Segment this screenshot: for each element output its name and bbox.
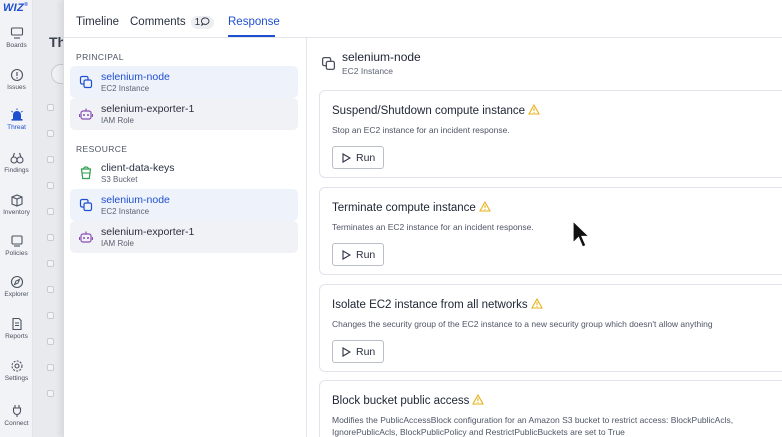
entity-type: EC2 Instance xyxy=(101,84,150,93)
action-title: Terminate compute instance xyxy=(332,200,491,214)
inventory-icon xyxy=(10,194,23,207)
boards-icon xyxy=(10,27,23,39)
entity-name: selenium-node xyxy=(101,71,170,83)
response-panel: Timeline Comments 1 Response PRINCIPAL se… xyxy=(63,0,782,437)
resource-item-client-data-keys[interactable]: client-data-keys S3 Bucket xyxy=(70,157,298,189)
action-title: Block bucket public access xyxy=(332,393,485,407)
ec2-instance-icon xyxy=(79,75,93,89)
entity-name: selenium-node xyxy=(101,194,170,206)
entity-name: selenium-exporter-1 xyxy=(101,226,195,238)
background-row-checkbox xyxy=(47,312,54,319)
background-row-checkbox xyxy=(47,104,54,111)
tab-comments[interactable]: Comments 1 xyxy=(130,16,215,29)
principal-heading: PRINCIPAL xyxy=(76,52,124,62)
robot-icon xyxy=(79,231,93,243)
nav-item-explorer[interactable]: Explorer xyxy=(0,275,33,298)
nav-rail: WIZ® Boards Issues Threat Findings Inven… xyxy=(0,0,33,437)
nav-item-findings[interactable]: Findings xyxy=(0,151,33,174)
background-row-checkbox xyxy=(47,130,54,137)
principal-item-selenium-node[interactable]: selenium-node EC2 Instance xyxy=(70,66,298,98)
comments-count-badge: 1 xyxy=(190,16,215,29)
entity-name: selenium-exporter-1 xyxy=(101,103,195,115)
nav-item-settings[interactable]: Settings xyxy=(0,359,33,382)
active-tab-indicator xyxy=(228,35,275,37)
resource-item-selenium-node[interactable]: selenium-node EC2 Instance xyxy=(70,189,298,221)
tab-response[interactable]: Response xyxy=(228,16,280,28)
issues-icon xyxy=(10,68,23,82)
action-card: Block bucket public access Modifies the … xyxy=(319,380,782,437)
entity-name: client-data-keys xyxy=(101,162,175,174)
warning-icon xyxy=(530,297,543,309)
background-row-checkbox xyxy=(47,390,54,397)
resource-heading: RESOURCE xyxy=(76,144,128,154)
action-description: Changes the security group of the EC2 in… xyxy=(332,319,713,329)
panel-tabs: Timeline Comments 1 Response xyxy=(64,0,782,38)
run-button[interactable]: Run xyxy=(332,146,384,169)
play-icon xyxy=(342,347,351,357)
principal-item-selenium-exporter[interactable]: selenium-exporter-1 IAM Role xyxy=(70,98,298,130)
run-button[interactable]: Run xyxy=(332,340,384,363)
entity-type: IAM Role xyxy=(101,116,134,125)
entity-type: EC2 Instance xyxy=(101,207,150,216)
nav-item-connect[interactable]: Connect xyxy=(0,404,33,427)
background-row-checkbox xyxy=(47,286,54,293)
background-row-checkbox xyxy=(47,234,54,241)
background-row-checkbox xyxy=(47,338,54,345)
background-row-checkbox xyxy=(47,260,54,267)
run-button[interactable]: Run xyxy=(332,243,384,266)
comment-icon xyxy=(201,17,210,27)
action-description: Stop an EC2 instance for an incident res… xyxy=(332,125,510,135)
response-actions: selenium-node EC2 Instance Suspend/Shutd… xyxy=(308,38,782,437)
nav-item-inventory[interactable]: Inventory xyxy=(0,193,33,216)
wiz-logo[interactable]: WIZ® xyxy=(3,2,28,14)
nav-item-threat[interactable]: Threat xyxy=(0,108,33,131)
background-row-checkbox xyxy=(47,364,54,371)
nav-item-issues[interactable]: Issues xyxy=(0,68,33,91)
action-title: Isolate EC2 instance from all networks xyxy=(332,297,543,311)
background-row-checkbox xyxy=(47,156,54,163)
warning-icon xyxy=(472,393,485,405)
entity-type: S3 Bucket xyxy=(101,175,138,184)
nav-item-policies[interactable]: Policies xyxy=(0,234,33,257)
mouse-cursor-icon xyxy=(572,220,590,248)
play-icon xyxy=(342,153,351,163)
warning-icon xyxy=(478,200,491,212)
selected-entity-name: selenium-node xyxy=(342,50,421,64)
findings-icon xyxy=(9,152,24,164)
nav-item-reports[interactable]: Reports xyxy=(0,317,33,340)
tab-timeline[interactable]: Timeline xyxy=(76,16,119,28)
resource-item-selenium-exporter[interactable]: selenium-exporter-1 IAM Role xyxy=(70,221,298,253)
robot-icon xyxy=(79,108,93,120)
selected-entity-type: EC2 Instance xyxy=(342,66,394,76)
connect-icon xyxy=(12,405,21,417)
reports-icon xyxy=(11,317,22,331)
ec2-instance-icon xyxy=(79,198,93,212)
ec2-instance-icon xyxy=(321,56,336,71)
entity-list: PRINCIPAL selenium-node EC2 Instance sel… xyxy=(64,38,307,437)
action-description: Terminates an EC2 instance for an incide… xyxy=(332,222,534,232)
nav-item-boards[interactable]: Boards xyxy=(0,26,33,49)
s3-bucket-icon xyxy=(80,166,92,180)
explorer-icon xyxy=(10,275,23,289)
action-card: Suspend/Shutdown compute instance Stop a… xyxy=(319,90,782,178)
warning-icon xyxy=(528,103,541,115)
action-title: Suspend/Shutdown compute instance xyxy=(332,103,541,117)
threat-icon xyxy=(10,108,23,121)
entity-type: IAM Role xyxy=(101,239,134,248)
action-card: Isolate EC2 instance from all networks C… xyxy=(319,284,782,372)
action-description: Modifies the PublicAccessBlock configura… xyxy=(332,415,734,437)
action-card: Terminate compute instance Terminates an… xyxy=(319,187,782,275)
play-icon xyxy=(342,250,351,260)
background-row-checkbox xyxy=(47,208,54,215)
policies-icon xyxy=(10,235,23,247)
background-row-checkbox xyxy=(47,182,54,189)
settings-icon xyxy=(10,360,23,372)
